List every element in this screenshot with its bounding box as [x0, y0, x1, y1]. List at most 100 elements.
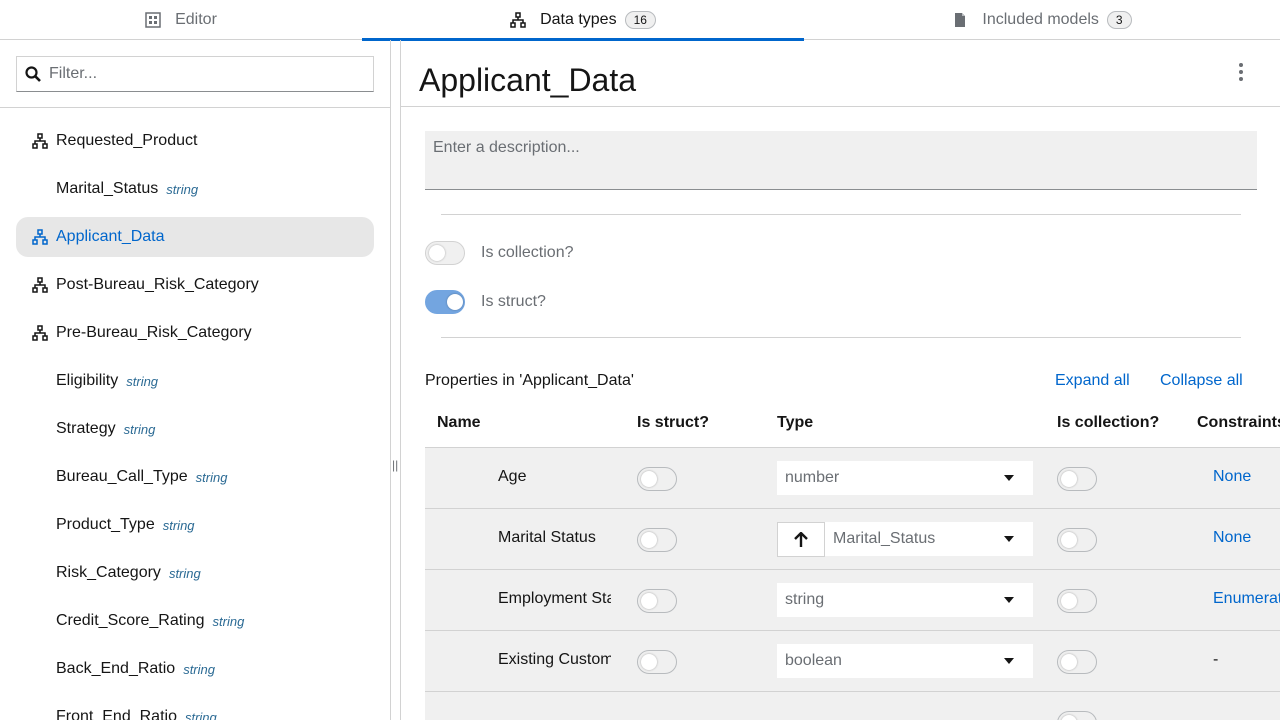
tree-item-type: string	[212, 613, 245, 629]
expand-all-button[interactable]: Expand all	[1055, 372, 1130, 390]
go-to-type-button[interactable]	[777, 522, 825, 557]
tree-item-label: Front_End_Ratio	[56, 708, 177, 720]
tree-item-type: string	[183, 661, 215, 677]
tree-item[interactable]: Eligibility string	[16, 361, 374, 401]
structure-icon	[32, 325, 48, 341]
is-struct-toggle[interactable]	[425, 290, 465, 314]
caret-down-icon	[1004, 536, 1014, 542]
editor-icon	[145, 12, 161, 28]
tree-item-label: Post-Bureau_Risk_Category	[56, 276, 259, 293]
row-is-struct-toggle[interactable]	[637, 589, 677, 613]
row-is-struct-toggle[interactable]	[637, 467, 677, 491]
count-badge: 16	[624, 11, 656, 29]
tree-item-label: Applicant_Data	[56, 228, 165, 245]
tab-label: Data types	[540, 11, 617, 28]
type-value: boolean	[785, 652, 842, 669]
tree-item-type: string	[126, 373, 159, 389]
tab-included-models[interactable]: Included models 3	[804, 0, 1280, 40]
data-type-tree: Requested_Product Marital_Status string App…	[16, 121, 374, 720]
row-is-struct-toggle[interactable]	[637, 650, 677, 674]
constraints-link[interactable]: Enumerat	[1213, 590, 1280, 608]
type-value: Marital_Status	[833, 530, 936, 547]
tree-item[interactable]: Applicant_Data	[16, 217, 374, 257]
tree-item[interactable]: Marital_Status string	[16, 169, 374, 209]
column-header-name: Name	[437, 414, 481, 431]
type-select[interactable]: string	[777, 583, 1033, 617]
sidebar: Requested_ProductMarital_StatusstringApp…	[0, 40, 391, 720]
tree-item-type: string	[195, 469, 228, 485]
tree-item[interactable]: Risk_Category string	[16, 553, 374, 593]
tree-item-label: Credit_Score_Rating	[56, 612, 205, 629]
row-is-collection-toggle[interactable]	[1057, 528, 1097, 552]
property-name[interactable]: Existing Custom	[498, 651, 611, 669]
tree-item[interactable]: Product_Type string	[16, 505, 374, 545]
divider	[441, 337, 1241, 338]
row-is-collection-toggle[interactable]	[1057, 467, 1097, 491]
table-row: Marital Status Marital_Status None	[425, 509, 1280, 570]
row-is-collection-toggle[interactable]	[1057, 589, 1097, 613]
is-struct-cell	[637, 650, 677, 674]
tree-item[interactable]: Post-Bureau_Risk_Category	[16, 265, 374, 305]
type-value: string	[785, 591, 825, 608]
table-row	[425, 692, 1280, 720]
is-struct-cell	[637, 589, 677, 613]
caret-down-icon	[1004, 475, 1014, 481]
property-name[interactable]: Age	[498, 468, 611, 486]
tree-item-label: Marital_Status	[56, 180, 159, 197]
count-badge: 3	[1106, 11, 1132, 29]
is-struct-row: Is struct?	[425, 290, 546, 314]
type-select[interactable]: boolean	[777, 644, 1033, 678]
tree-item[interactable]: Front_End_Ratio string	[16, 697, 374, 720]
divider	[401, 106, 1280, 107]
table-row: Existing Custom boolean -	[425, 631, 1280, 692]
tree-item[interactable]: Bureau_Call_Type string	[16, 457, 374, 497]
tree-item[interactable]: Requested_Product	[16, 121, 374, 161]
tree-item[interactable]: Credit_Score_Rating string	[16, 601, 374, 641]
file-icon	[952, 12, 968, 28]
type-value: number	[785, 469, 840, 486]
is-collection-cell	[1057, 467, 1097, 491]
row-is-collection-toggle[interactable]	[1057, 650, 1097, 674]
collapse-all-button[interactable]: Collapse all	[1160, 372, 1243, 390]
caret-down-icon	[1004, 597, 1014, 603]
constraints-link: -	[1213, 651, 1219, 668]
row-is-collection-toggle[interactable]	[1057, 711, 1097, 720]
type-select[interactable]: number	[777, 461, 1033, 495]
filter-input[interactable]	[49, 65, 359, 83]
structure-icon	[32, 229, 48, 245]
tree-item[interactable]: Back_End_Ratio string	[16, 649, 374, 689]
column-header-type: Type	[777, 414, 814, 431]
tree-item[interactable]: Strategy string	[16, 409, 374, 449]
tab-label: Included models	[982, 11, 1099, 28]
tree-item-label: Risk_Category	[56, 564, 161, 581]
tab-editor[interactable]: Editor	[0, 0, 362, 40]
resize-handle[interactable]: ||	[392, 458, 398, 472]
divider	[0, 107, 390, 108]
tree-item-type: string	[162, 517, 195, 533]
tree-item-label: Bureau_Call_Type	[56, 468, 188, 485]
filter-field	[16, 56, 374, 92]
properties-table-header: Name Is struct? Type Is collection? Cons…	[425, 402, 1280, 448]
row-is-struct-toggle[interactable]	[637, 528, 677, 552]
properties-title: Properties in 'Applicant_Data'	[425, 372, 634, 389]
kebab-menu-icon[interactable]	[1231, 62, 1251, 82]
data-types-icon	[510, 12, 526, 28]
property-name[interactable]: Marital Status	[498, 529, 611, 547]
tab-label: Editor	[175, 11, 217, 28]
property-name[interactable]: Employment Sta	[498, 590, 611, 608]
constraints-link[interactable]: None	[1213, 468, 1251, 486]
constraints-link[interactable]: None	[1213, 529, 1251, 547]
tree-item[interactable]: Pre-Bureau_Risk_Category	[16, 313, 374, 353]
search-icon	[25, 66, 41, 82]
arrow-up-icon	[794, 531, 808, 547]
is-collection-toggle[interactable]	[425, 241, 465, 265]
is-struct-cell	[637, 528, 677, 552]
is-collection-cell	[1057, 711, 1097, 720]
is-collection-label: Is collection?	[481, 244, 574, 261]
page-title: Applicant_Data	[419, 62, 637, 98]
tree-item-label: Pre-Bureau_Risk_Category	[56, 324, 252, 341]
column-header-is-struct: Is struct?	[637, 414, 710, 431]
tab-data-types[interactable]: Data types 16	[362, 0, 804, 41]
description-field[interactable]	[425, 131, 1257, 190]
type-select[interactable]: Marital_Status	[825, 522, 1033, 556]
